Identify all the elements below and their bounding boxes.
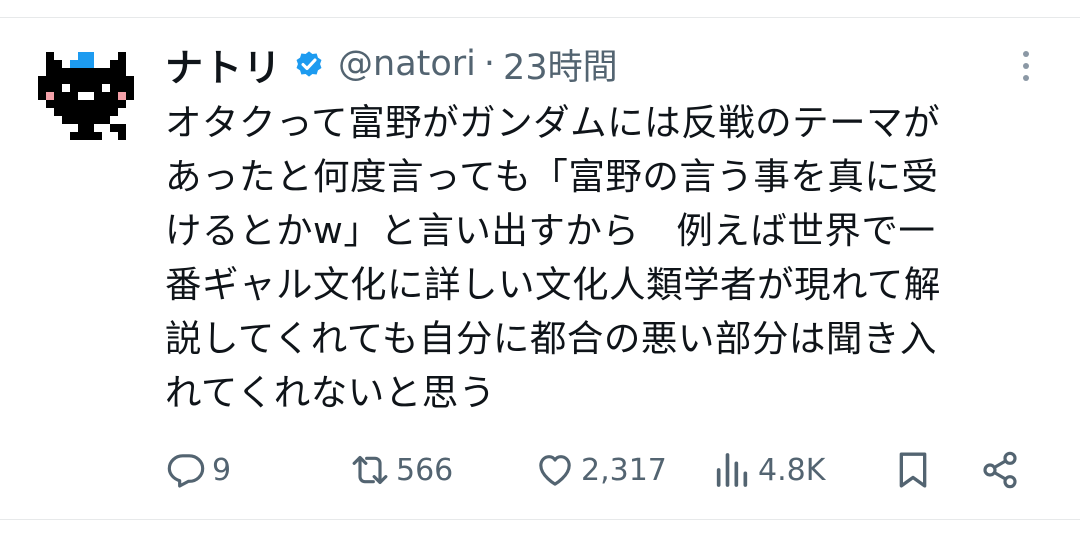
- author-handle[interactable]: @natori: [338, 44, 476, 84]
- more-vertical-icon: [1023, 51, 1029, 81]
- retweet-icon: [352, 455, 388, 485]
- views-count: 4.8K: [758, 452, 826, 488]
- tweet-actions: 9 566 2,317 4.8K: [0, 440, 1080, 500]
- like-button[interactable]: 2,317: [535, 440, 667, 500]
- bottom-divider: [0, 519, 1080, 520]
- reply-icon: [167, 454, 205, 488]
- tweet-text-line: れてくれないと思う: [165, 371, 496, 414]
- views-icon: [716, 453, 748, 487]
- verified-badge-icon: [296, 51, 322, 77]
- reply-button[interactable]: 9: [166, 440, 231, 500]
- views-button[interactable]: 4.8K: [712, 440, 825, 500]
- retweet-count: 566: [396, 452, 454, 488]
- more-button[interactable]: [1010, 46, 1042, 86]
- like-count: 2,317: [581, 452, 667, 488]
- pixel-cat-avatar-icon: [38, 52, 134, 140]
- top-divider: [0, 17, 1080, 18]
- tweet-text-line: 番ギャル文化に詳しい文化人類学者が現れて解: [165, 263, 941, 306]
- timestamp[interactable]: 23時間: [503, 39, 618, 90]
- tweet-text-line: オタクって富野がガンダムには反戦のテーマが: [165, 101, 941, 144]
- display-name[interactable]: ナトリ: [165, 37, 282, 92]
- header-separator: ·: [483, 44, 496, 84]
- tweet-text-line: けるとかw」と言い出すから 例えば世界で一: [165, 209, 936, 252]
- heart-icon: [539, 455, 571, 486]
- share-button[interactable]: [980, 440, 1020, 500]
- tweet-text-line: あったと何度言っても「富野の言う事を真に受: [165, 155, 939, 198]
- bookmark-icon: [899, 452, 927, 488]
- tweet-header: ナトリ @natori · 23時間: [165, 36, 618, 92]
- tweet-text-line: 説してくれても自分に都合の悪い部分は聞き入: [165, 317, 937, 360]
- tweet-text: オタクって富野がガンダムには反戦のテーマが あったと何度言っても「富野の言う事を…: [165, 96, 1050, 420]
- share-icon: [983, 451, 1017, 489]
- retweet-button[interactable]: 566: [350, 440, 453, 500]
- bookmark-button[interactable]: [893, 440, 933, 500]
- reply-count: 9: [212, 452, 232, 488]
- avatar[interactable]: [38, 44, 134, 148]
